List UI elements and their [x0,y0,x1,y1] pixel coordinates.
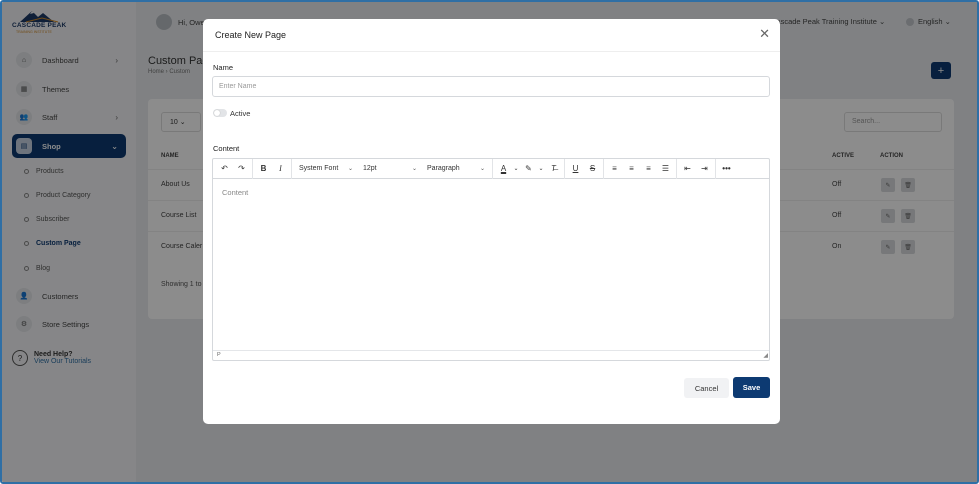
font-size-value: 12pt [363,165,377,172]
italic-icon[interactable]: I [272,159,289,179]
strikethrough-icon[interactable]: S [584,159,601,179]
align-justify-icon[interactable]: ☰ [657,159,674,179]
name-input[interactable] [212,76,770,97]
name-label: Name [213,63,234,72]
close-icon[interactable]: ✕ [759,27,770,41]
toolbar-divider [291,158,292,179]
align-center-icon[interactable]: ≡ [623,159,640,179]
block-format-value: Paragraph [427,165,460,172]
undo-icon[interactable]: ↶ [216,159,233,179]
indent-icon[interactable]: ⇥ [696,159,713,179]
redo-icon[interactable]: ↷ [233,159,250,179]
chevron-down-icon[interactable]: ⌄ [537,159,545,179]
more-options-icon[interactable]: ••• [718,159,735,179]
highlight-color-icon[interactable]: ✎ [520,159,537,179]
rich-text-editor: ↶ ↷ B I System Font ⌄ 12pt ⌄ Paragraph ⌄ A … [212,158,770,361]
clear-format-icon[interactable]: T̶ [545,159,562,179]
chevron-down-icon: ⌄ [411,166,417,172]
create-page-modal: Create New Page ✕ Name Active Content ↶ … [203,19,780,424]
toolbar-divider [676,158,677,179]
active-label: Active [230,109,251,118]
toolbar-divider [603,158,604,179]
save-button[interactable]: Save [733,377,770,398]
active-toggle[interactable] [213,109,227,117]
toolbar-divider [492,158,493,179]
align-left-icon[interactable]: ≡ [606,159,623,179]
resize-handle-icon[interactable]: ◢ [763,352,768,359]
app-window: CASCADE PEAK TRAINING INSTITUTE ⌂ Dashbo… [0,0,979,484]
toggle-knob [214,110,220,116]
chevron-down-icon[interactable]: ⌄ [512,159,520,179]
toolbar-divider [715,158,716,179]
text-color-icon[interactable]: A [495,159,512,179]
align-right-icon[interactable]: ≡ [640,159,657,179]
font-family-select[interactable]: System Font ⌄ [294,159,358,179]
font-size-select[interactable]: 12pt ⌄ [358,159,422,179]
modal-title: Create New Page [215,30,287,40]
editor-toolbar: ↶ ↷ B I System Font ⌄ 12pt ⌄ Paragraph ⌄ A … [213,158,769,179]
font-family-value: System Font [299,165,339,172]
chevron-down-icon: ⌄ [479,166,485,172]
bold-icon[interactable]: B [255,159,272,179]
content-label: Content [213,144,240,153]
outdent-icon[interactable]: ⇤ [679,159,696,179]
element-path[interactable]: P [217,352,221,358]
toolbar-divider [252,158,253,179]
underline-icon[interactable]: U [567,159,584,179]
editor-content-area[interactable]: Content [213,179,769,350]
editor-statusbar: P ◢ [213,350,769,360]
cancel-button[interactable]: Cancel [684,378,729,398]
block-format-select[interactable]: Paragraph ⌄ [422,159,490,179]
modal-divider [203,51,780,52]
toolbar-divider [564,158,565,179]
chevron-down-icon: ⌄ [347,166,353,172]
